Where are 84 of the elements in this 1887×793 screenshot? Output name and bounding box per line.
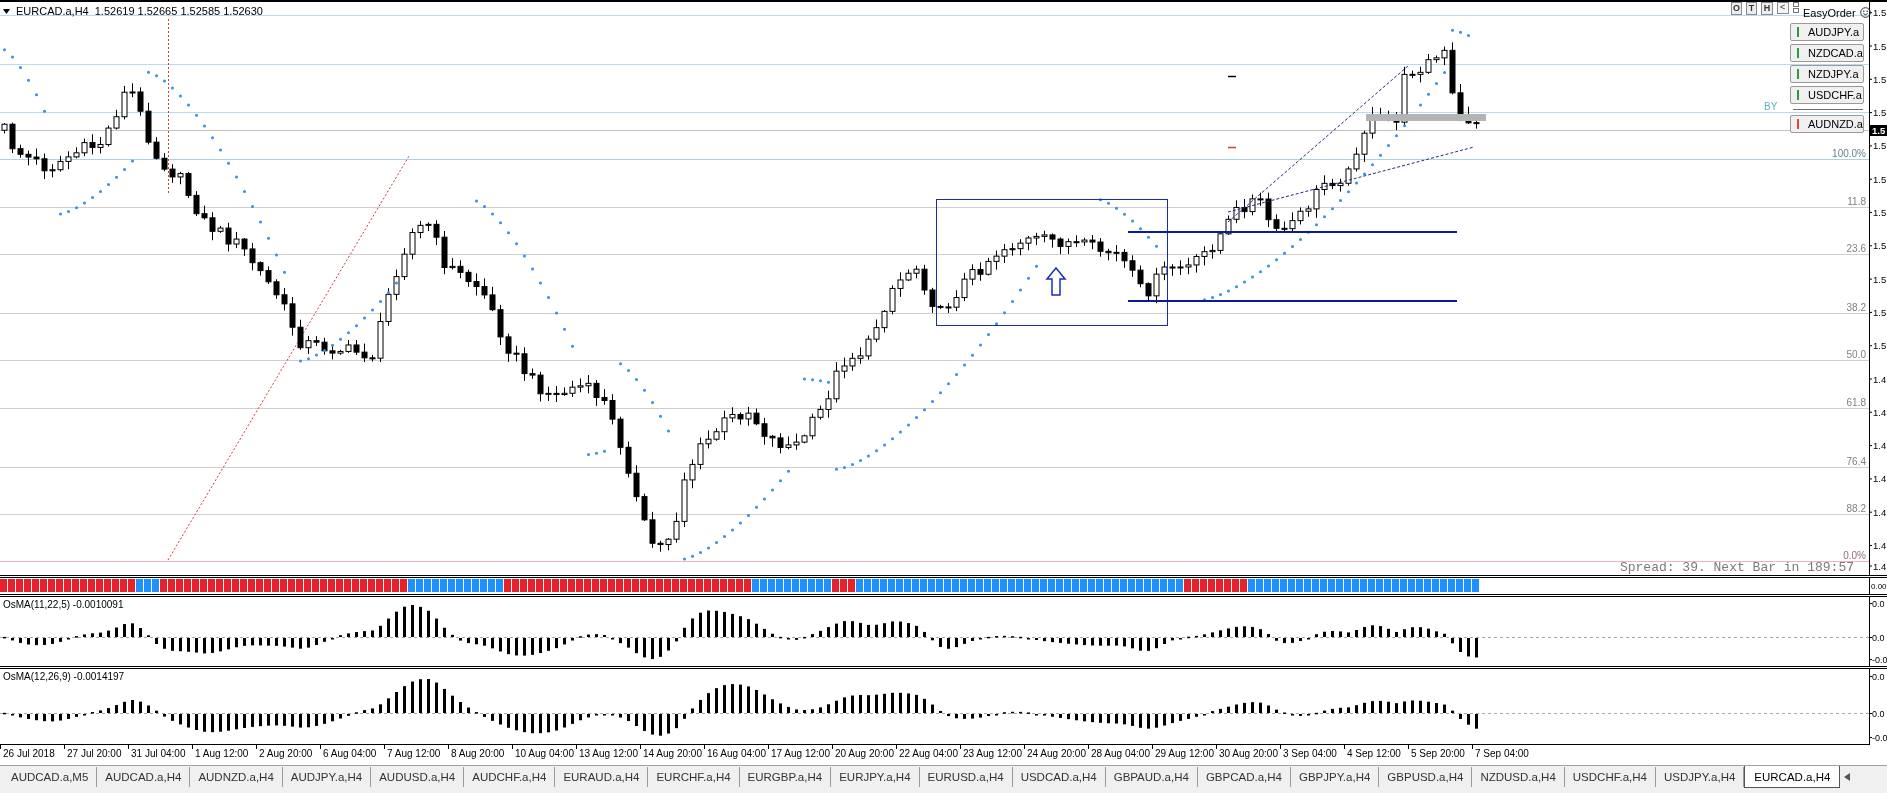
time-axis-label: 22 Aug 04:00 [899, 748, 958, 760]
price-axis-label: 1.4 [1873, 440, 1887, 452]
price-axis-label: 1.4 [1873, 560, 1887, 572]
indicator-axis-label: -0.0 [1872, 655, 1887, 665]
price-axis-label: 1.5 [1873, 306, 1887, 318]
time-axis-label: 24 Aug 20:00 [1027, 748, 1086, 760]
price-axis-label: 1.5 [1873, 273, 1887, 285]
fibonacci-level-label: 76.4 [1846, 456, 1866, 467]
fibonacci-level-label: 100.0% [1832, 148, 1866, 159]
price-axis-label: 1.5 [1873, 240, 1887, 252]
fibonacci-level-label: 23.6 [1846, 243, 1866, 254]
symbol-button[interactable]: USDCHF.a [1790, 86, 1864, 104]
up-arrow-marker [1045, 266, 1067, 296]
fibonacci-level-label: 88.2 [1846, 503, 1866, 514]
indicator-axis-label: 0.00 [1871, 582, 1887, 591]
fibonacci-level-label: 61.8 [1846, 397, 1866, 408]
price-mark [1227, 75, 1237, 78]
toolbar-button[interactable]: < [1777, 2, 1789, 14]
toolbar-button[interactable]: T [1746, 2, 1757, 15]
panel-title: EasyOrder [1803, 7, 1856, 19]
price-axis-label: 1.5 [1873, 207, 1887, 218]
fibonacci-level-label: 0.0% [1843, 550, 1866, 561]
price-axis-label: 1.4 [1873, 506, 1887, 518]
price-axis-label: 1.4 [1873, 406, 1887, 418]
price-axis-label: 1.5 [1873, 7, 1887, 19]
time-axis-label: 16 Aug 04:00 [707, 748, 766, 760]
indicator-axis-label: -0.0 [1872, 733, 1887, 743]
indicator-axis-label: 0.0 [1872, 709, 1885, 719]
time-axis-label: 17 Aug 12:00 [771, 748, 830, 760]
symbol-button[interactable]: NZDCAD.a [1790, 44, 1864, 62]
chart-tab[interactable]: EURCAD.a,H4 [1744, 766, 1841, 788]
stacked-squares-icon[interactable] [1793, 2, 1799, 13]
toolbar-button[interactable]: O [1731, 2, 1742, 15]
price-axis-label: 1.5 [1873, 173, 1887, 185]
time-axis-label: 31 Jul 04:00 [131, 748, 186, 760]
symbol-button[interactable]: NZDJPY.a [1790, 65, 1864, 83]
indicator-label: OsMA(12,26,9) -0.0014197 [3, 671, 125, 682]
indicator-label: OsMA(11,22,5) -0.0010091 [3, 599, 124, 610]
time-axis-label: 30 Aug 20:00 [1219, 748, 1278, 760]
price-axis-label: 1.5 [1873, 107, 1887, 119]
price-axis-label: 1.4 [1873, 540, 1887, 551]
price-axis-label: 1.5 [1873, 40, 1887, 52]
time-axis-label: 29 Aug 12:00 [1155, 748, 1214, 760]
fibonacci-level-label: 50.0 [1846, 349, 1866, 360]
time-axis-label: 6 Aug 04:00 [323, 748, 377, 760]
time-axis-label: 7 Sep 04:00 [1475, 748, 1529, 760]
price-quote: 1.52619 1.52665 1.52585 1.52630 [94, 5, 263, 18]
level-label: BY [1764, 101, 1778, 112]
price-axis-label: 1.5 [1873, 340, 1887, 352]
horizontal-line [1792, 109, 1864, 110]
time-axis-label: 1 Aug 12:00 [195, 748, 249, 760]
time-axis-label: 20 Aug 20:00 [835, 748, 894, 760]
time-axis-label: 14 Aug 20:00 [643, 748, 702, 760]
price-mark [1227, 146, 1237, 149]
scroll-left-icon[interactable] [1844, 773, 1851, 781]
time-axis-label: 27 Jul 20:00 [67, 748, 122, 760]
time-axis-label: 8 Aug 20:00 [451, 748, 505, 760]
time-axis-label: 10 Aug 04:00 [515, 748, 574, 760]
price-axis-label: 1.5 [1873, 73, 1887, 85]
indicator-axis-label: 0.0 [1872, 599, 1885, 609]
symbol-button[interactable]: AUDJPY.a [1790, 23, 1864, 41]
indicator-axis-label: 0.0 [1872, 633, 1885, 643]
fibonacci-level-label: 38.2 [1846, 302, 1866, 313]
spread-info: Spread: 39. Next Bar in 189:57 [1619, 561, 1854, 574]
time-axis-label: 5 Sep 20:00 [1411, 748, 1465, 760]
indicator-axis-label: 0.0 [1872, 672, 1885, 682]
time-axis-label: 23 Aug 12:00 [963, 748, 1022, 760]
time-axis-label: 26 Jul 2018 [3, 748, 55, 760]
time-axis-label: 7 Aug 12:00 [387, 748, 441, 760]
time-axis-label: 3 Sep 04:00 [1283, 748, 1337, 760]
time-axis-label: 2 Aug 20:00 [259, 748, 313, 760]
time-axis-label: 13 Aug 12:00 [579, 748, 638, 760]
price-axis-label: 1.4 [1873, 373, 1887, 385]
price-axis-label: 1.4 [1873, 473, 1887, 485]
current-price-tag: 1.5 [1870, 125, 1887, 136]
caret-icon[interactable] [3, 9, 10, 14]
time-axis-label: 4 Sep 12:00 [1347, 748, 1401, 760]
fibonacci-level-label: 11.8 [1847, 196, 1866, 207]
chart-symbol: EURCAD.a,H4 [16, 5, 89, 18]
price-axis-label: 1.5 [1873, 140, 1887, 152]
time-axis-label: 28 Aug 04:00 [1091, 748, 1150, 760]
toolbar-button[interactable]: H [1761, 2, 1773, 15]
symbol-button[interactable]: AUDNZD.a [1790, 115, 1864, 133]
smiley-icon[interactable] [1859, 7, 1871, 18]
